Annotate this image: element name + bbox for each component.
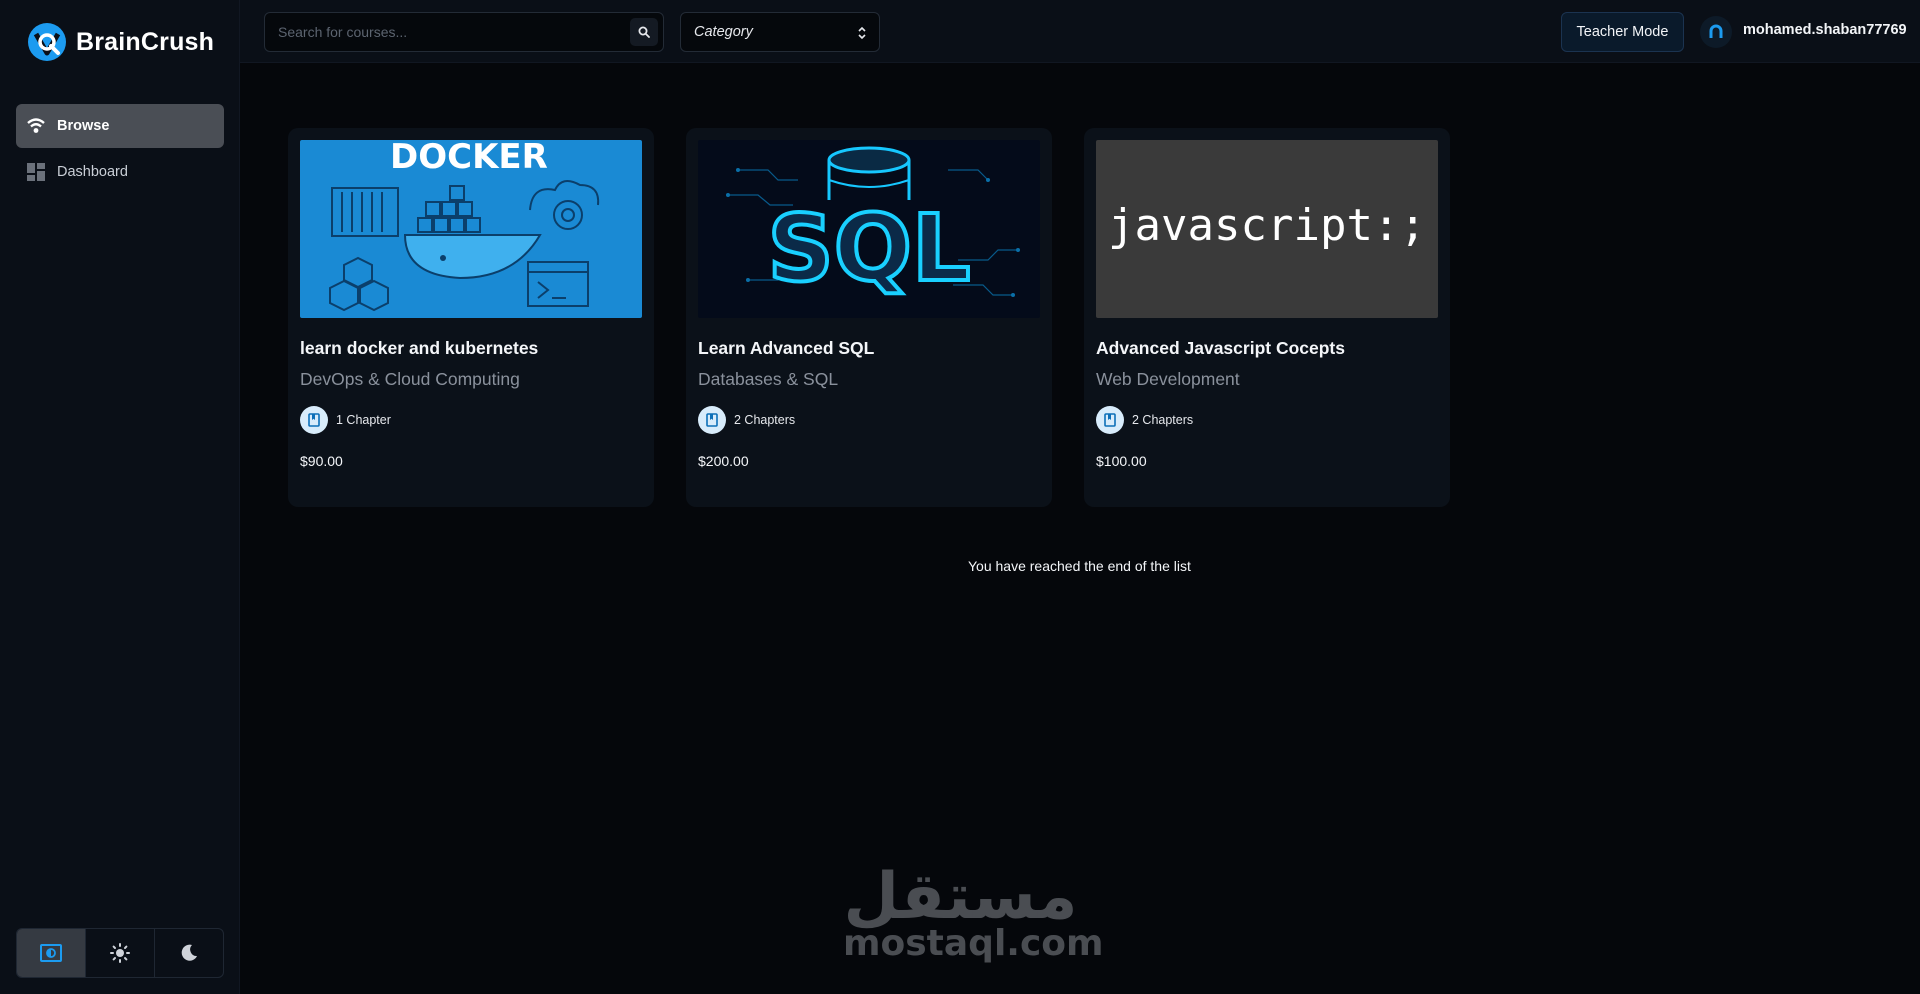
sidebar: BrainCrush Browse Dashboard [0, 0, 240, 994]
search-icon [638, 26, 650, 38]
course-title: Advanced Javascript Cocepts [1096, 338, 1345, 358]
course-thumbnail: DOCKER [300, 140, 642, 318]
course-thumbnail: SQL [698, 140, 1040, 318]
chevron-up-down-icon [858, 26, 866, 40]
course-category: Web Development [1096, 369, 1240, 389]
dashboard-icon [26, 162, 46, 182]
chapter-count-label: 2 Chapters [734, 413, 796, 427]
theme-dark-button[interactable] [155, 929, 223, 977]
theme-light-button[interactable] [86, 929, 155, 977]
course-card[interactable]: DOCKER learn docker and kubernetes DevOp… [288, 128, 654, 507]
compass-icon [26, 116, 46, 136]
chapter-count-label: 1 Chapter [336, 413, 391, 427]
course-card[interactable]: javascript:; Advanced Javascript Cocepts… [1084, 128, 1450, 507]
course-category: Databases & SQL [698, 369, 839, 389]
book-icon [698, 406, 726, 434]
category-select[interactable]: Category [680, 12, 880, 52]
theme-system-button[interactable] [17, 929, 86, 977]
end-of-list-message: You have reached the end of the list [968, 558, 1191, 574]
sidebar-item-label: Browse [57, 118, 110, 134]
course-title: Learn Advanced SQL [698, 338, 875, 358]
course-price: $200.00 [698, 453, 749, 469]
book-icon [1096, 406, 1124, 434]
watermark-latin: mostaql.com [843, 923, 1104, 964]
sidebar-item-dashboard[interactable]: Dashboard [16, 150, 224, 194]
thumbnail-text: DOCKER [390, 140, 548, 177]
thumbnail-text: javascript:; [1108, 200, 1426, 251]
watermark-arabic: مستقل [843, 860, 1078, 934]
course-card[interactable]: SQL Learn Advanced SQL Databases & SQL 2… [686, 128, 1052, 507]
course-price: $90.00 [300, 453, 343, 469]
category-label: Category [694, 24, 753, 40]
thumbnail-text: SQL [767, 195, 970, 302]
chapter-count: 2 Chapters [1096, 406, 1438, 434]
username[interactable]: mohamed.shaban77769 [1743, 22, 1907, 38]
search-box [264, 12, 664, 52]
system-theme-icon [40, 944, 62, 962]
book-icon [300, 406, 328, 434]
sidebar-item-browse[interactable]: Browse [16, 104, 224, 148]
teacher-mode-button[interactable]: Teacher Mode [1561, 12, 1684, 52]
sun-icon [110, 943, 130, 963]
course-thumbnail: javascript:; [1096, 140, 1438, 318]
user-avatar-icon [1709, 24, 1723, 38]
course-category: DevOps & Cloud Computing [300, 369, 520, 389]
logo-icon [28, 23, 66, 61]
topbar: Category Teacher Mode mohamed.shaban7776… [240, 0, 1920, 63]
course-price: $100.00 [1096, 453, 1147, 469]
avatar[interactable] [1700, 16, 1732, 48]
course-grid: DOCKER learn docker and kubernetes DevOp… [288, 128, 1450, 507]
moon-icon [181, 944, 197, 961]
course-title: learn docker and kubernetes [300, 338, 539, 358]
chapter-count: 1 Chapter [300, 406, 642, 434]
search-input[interactable] [265, 13, 625, 51]
chapter-count-label: 2 Chapters [1132, 413, 1194, 427]
watermark: مستقل mostaql.com [843, 860, 1104, 964]
sidebar-nav: Browse Dashboard [16, 104, 224, 196]
logo[interactable]: BrainCrush [27, 22, 214, 62]
sidebar-item-label: Dashboard [57, 164, 128, 180]
app-name: BrainCrush [76, 27, 215, 56]
chapter-count: 2 Chapters [698, 406, 1040, 434]
theme-switcher [16, 928, 224, 978]
search-button[interactable] [630, 18, 658, 46]
